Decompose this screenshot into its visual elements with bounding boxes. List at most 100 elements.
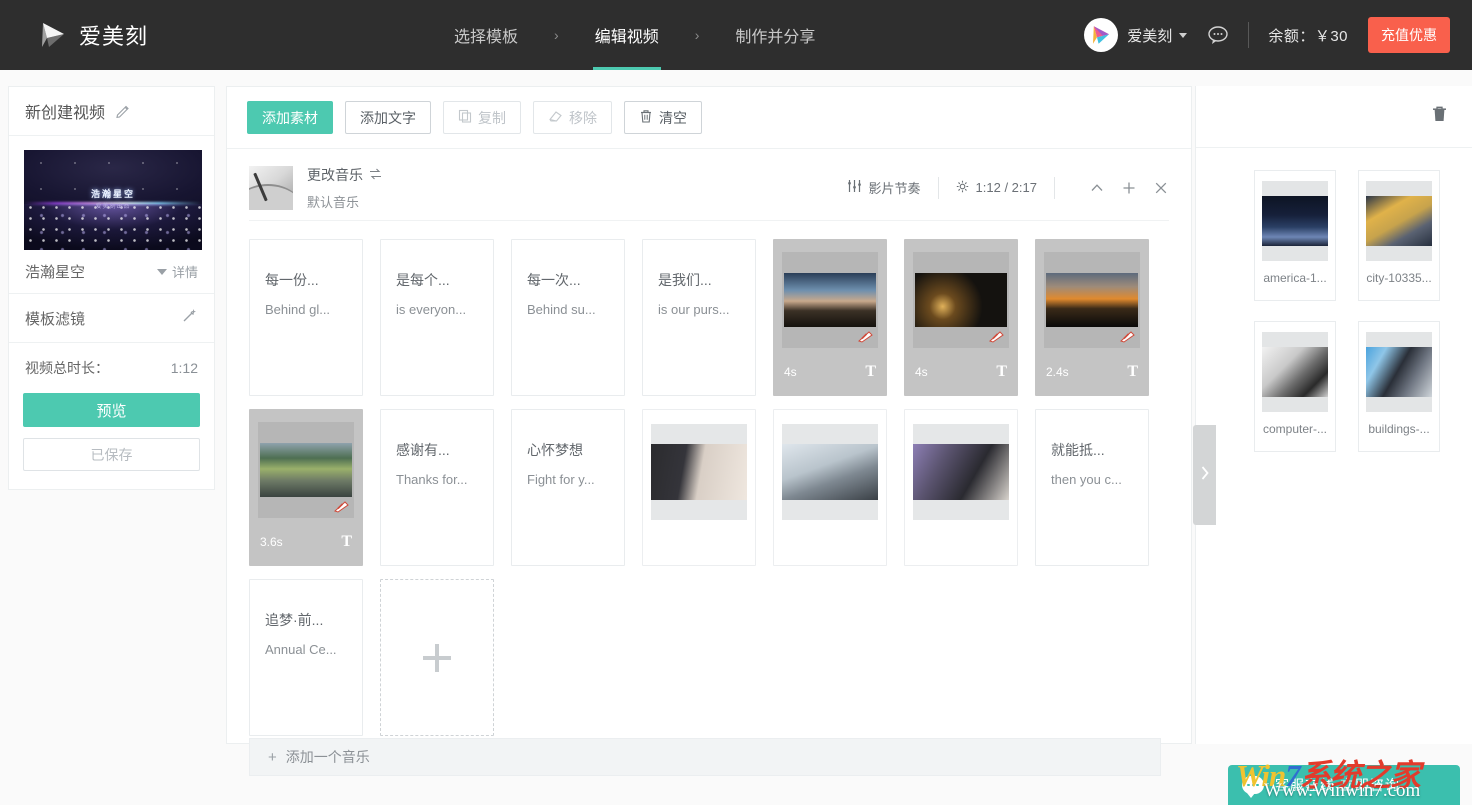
scene-duration: 4s xyxy=(784,365,797,379)
scene-media-box xyxy=(651,424,747,520)
scene-title-en: is everyon... xyxy=(396,302,483,317)
scene-media-image xyxy=(651,444,747,500)
editor-panel: 添加素材 添加文字 复制 移除 xyxy=(226,86,1192,744)
swap-icon[interactable] xyxy=(369,167,382,183)
add-music-bar[interactable]: + 添加一个音乐 xyxy=(249,738,1161,776)
library-item-label: buildings-... xyxy=(1362,422,1436,436)
edit-badge-icon[interactable] xyxy=(333,500,350,513)
film-rhythm-button[interactable]: 影片节奏 xyxy=(847,178,921,197)
template-detail-toggle[interactable]: 详情 xyxy=(157,262,198,281)
add-scene-card[interactable] xyxy=(380,579,494,736)
avatar[interactable] xyxy=(1084,18,1118,52)
gear-icon xyxy=(956,180,969,196)
scene-card-media[interactable] xyxy=(904,409,1018,566)
scene-card-text[interactable]: 感谢有... Thanks for... xyxy=(380,409,494,566)
library-item[interactable]: city-10335... xyxy=(1358,170,1440,301)
copy-button[interactable]: 复制 xyxy=(443,101,521,134)
add-material-label: 添加素材 xyxy=(262,108,318,128)
scene-title-cn: 追梦·前... xyxy=(265,610,352,630)
scene-card-image[interactable]: 3.6s T xyxy=(249,409,363,566)
scene-card-image[interactable]: 2.4s T xyxy=(1035,239,1149,396)
scene-text-badge[interactable]: T xyxy=(341,533,352,551)
plus-icon[interactable] xyxy=(1121,180,1137,196)
scene-media-image xyxy=(913,444,1009,500)
nav-separator: › xyxy=(695,28,700,42)
library-item-label: america-1... xyxy=(1258,271,1332,285)
nav-step-edit-video[interactable]: 编辑视频 xyxy=(593,0,661,70)
scene-duration: 4s xyxy=(915,365,928,379)
scene-duration: 3.6s xyxy=(260,535,283,549)
scene-title-en: Behind su... xyxy=(527,302,614,317)
total-duration-value: 1:12 xyxy=(171,360,198,376)
scene-card-media[interactable] xyxy=(642,409,756,566)
scene-card-image[interactable]: 4s T xyxy=(773,239,887,396)
scene-card-media[interactable] xyxy=(773,409,887,566)
media-library-grid: america-1... city-10335... computer-... … xyxy=(1196,148,1472,452)
scene-title-cn: 感谢有... xyxy=(396,440,483,460)
close-icon[interactable] xyxy=(1153,180,1169,196)
record-player-icon[interactable] xyxy=(249,166,293,210)
edit-badge-icon[interactable] xyxy=(1119,330,1136,343)
media-library-header xyxy=(1196,86,1472,148)
nav-separator: › xyxy=(554,28,559,42)
library-thumb-box xyxy=(1366,332,1432,412)
remove-button[interactable]: 移除 xyxy=(533,101,612,134)
project-title-row: 新创建视频 xyxy=(9,87,214,136)
chevron-up-icon[interactable] xyxy=(1089,180,1105,196)
template-thumbnail[interactable]: 浩瀚星空 爱美刻出品 xyxy=(24,150,202,250)
trash-icon[interactable] xyxy=(1431,105,1448,128)
thumbnail-title: 浩瀚星空 xyxy=(24,187,202,200)
scene-text-badge[interactable]: T xyxy=(865,363,876,381)
edit-badge-icon[interactable] xyxy=(988,330,1005,343)
scene-text-badge[interactable]: T xyxy=(1127,363,1138,381)
music-texts: 更改音乐 默认音乐 xyxy=(307,165,382,211)
saved-button[interactable]: 已保存 xyxy=(23,438,200,471)
library-item-label: computer-... xyxy=(1258,422,1332,436)
panel-collapse-handle[interactable] xyxy=(1193,425,1216,525)
template-filter-row[interactable]: 模板滤镜 xyxy=(9,294,214,343)
scene-card-text[interactable]: 每一次... Behind su... xyxy=(511,239,625,396)
scene-image xyxy=(915,273,1007,327)
plus-icon: + xyxy=(268,750,277,765)
library-item-label: city-10335... xyxy=(1362,271,1436,285)
library-thumb xyxy=(1262,347,1328,397)
play-triangle-icon xyxy=(38,20,68,50)
sidebar: 新创建视频 浩瀚星空 爱美刻出品 浩瀚星空 详情 模板滤镜 xyxy=(8,86,215,490)
scene-card-text[interactable]: 是我们... is our purs... xyxy=(642,239,756,396)
speech-bubble-icon[interactable] xyxy=(1207,24,1229,46)
clear-button[interactable]: 清空 xyxy=(624,101,702,134)
library-thumb xyxy=(1366,196,1432,246)
add-material-button[interactable]: 添加素材 xyxy=(247,101,333,134)
library-item[interactable]: computer-... xyxy=(1254,321,1336,452)
scene-card-text[interactable]: 追梦·前... Annual Ce... xyxy=(249,579,363,736)
scene-card-text[interactable]: 就能抵... then you c... xyxy=(1035,409,1149,566)
scene-card-text[interactable]: 是每个... is everyon... xyxy=(380,239,494,396)
clear-label: 清空 xyxy=(659,108,687,128)
scene-card-text[interactable]: 每一份... Behind gl... xyxy=(249,239,363,396)
add-music-label: 添加一个音乐 xyxy=(286,747,370,767)
scene-text-badge[interactable]: T xyxy=(996,363,1007,381)
chevron-down-icon[interactable] xyxy=(1179,33,1187,38)
edit-badge-icon[interactable] xyxy=(857,330,874,343)
template-meta-row: 浩瀚星空 详情 xyxy=(9,250,214,294)
scene-card-text[interactable]: 心怀梦想 Fight for y... xyxy=(511,409,625,566)
preview-button[interactable]: 预览 xyxy=(23,393,200,427)
recharge-button[interactable]: 充值优惠 xyxy=(1368,17,1450,53)
scene-title-en: Thanks for... xyxy=(396,472,483,487)
add-text-button[interactable]: 添加文字 xyxy=(345,101,431,134)
scene-area: 每一份... Behind gl... 是每个... is everyon...… xyxy=(249,221,1169,737)
magic-wand-icon[interactable] xyxy=(181,307,198,329)
pencil-icon[interactable] xyxy=(115,103,131,119)
customer-service-widget[interactable]: 客服在线 立即咨询 xyxy=(1228,765,1460,805)
nav-step-select-template[interactable]: 选择模板 xyxy=(452,0,520,70)
nav-step-produce-share[interactable]: 制作并分享 xyxy=(733,0,817,70)
music-time-group[interactable]: 1:12 / 2:17 xyxy=(956,180,1037,196)
library-item[interactable]: buildings-... xyxy=(1358,321,1440,452)
library-item[interactable]: america-1... xyxy=(1254,170,1336,301)
scene-title-cn: 每一份... xyxy=(265,270,352,290)
brand[interactable]: 爱美刻 xyxy=(38,19,148,51)
user-name[interactable]: 爱美刻 xyxy=(1127,25,1172,46)
change-music-row[interactable]: 更改音乐 xyxy=(307,165,382,185)
scene-card-image[interactable]: 4s T xyxy=(904,239,1018,396)
library-thumb-box xyxy=(1366,181,1432,261)
